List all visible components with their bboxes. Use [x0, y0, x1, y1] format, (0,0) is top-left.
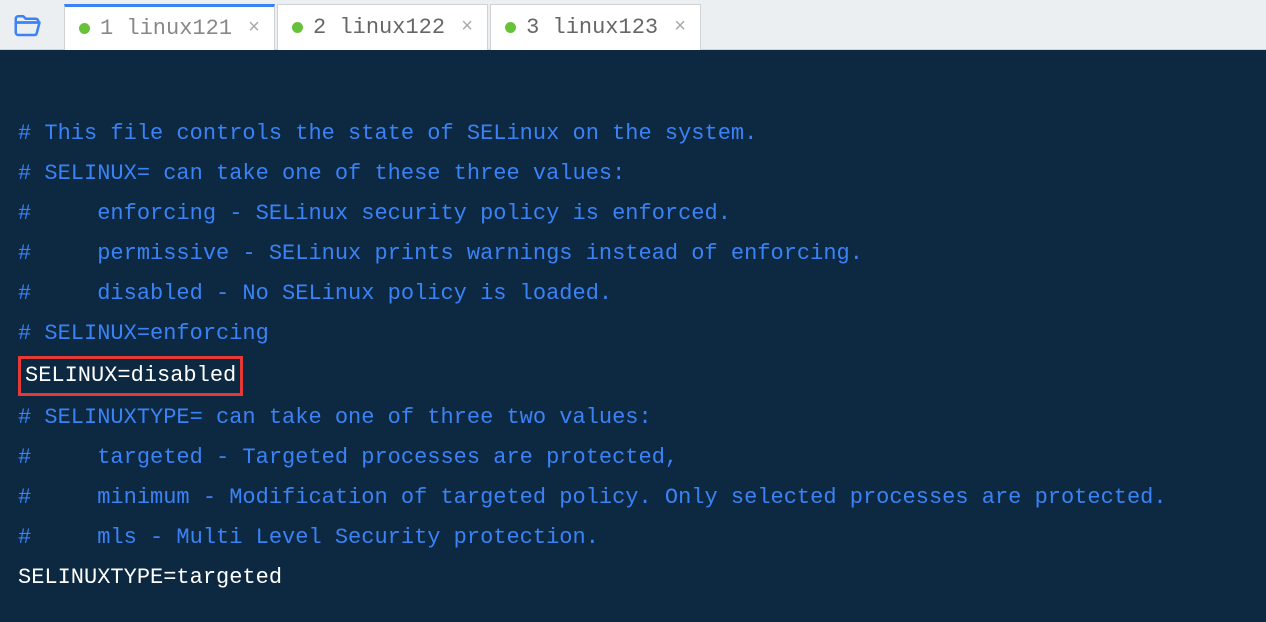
- tab-label: 1 linux121: [100, 16, 232, 41]
- tab-bar: 1 linux121 × 2 linux122 × 3 linux123 ×: [0, 0, 1266, 50]
- editor-line: # mls - Multi Level Security protection.: [18, 518, 1248, 558]
- tab-3[interactable]: 3 linux123 ×: [490, 4, 701, 50]
- tab-label: 2 linux122: [313, 15, 445, 40]
- close-icon[interactable]: ×: [674, 16, 686, 39]
- editor-line: # SELINUX= can take one of these three v…: [18, 154, 1248, 194]
- status-dot-icon: [292, 22, 303, 33]
- close-icon[interactable]: ×: [461, 16, 473, 39]
- folder-open-icon[interactable]: [12, 10, 42, 40]
- tab-2[interactable]: 2 linux122 ×: [277, 4, 488, 50]
- highlighted-config-line: SELINUX=disabled: [18, 356, 243, 396]
- editor-line: SELINUX=disabled: [18, 354, 1248, 398]
- close-icon[interactable]: ×: [248, 17, 260, 40]
- editor-line: # SELINUXTYPE= can take one of three two…: [18, 398, 1248, 438]
- status-dot-icon: [505, 22, 516, 33]
- editor-line: # This file controls the state of SELinu…: [18, 114, 1248, 154]
- tab-1[interactable]: 1 linux121 ×: [64, 4, 275, 50]
- editor-line: # permissive - SELinux prints warnings i…: [18, 234, 1248, 274]
- editor-line: # minimum - Modification of targeted pol…: [18, 478, 1248, 518]
- editor-content[interactable]: # This file controls the state of SELinu…: [0, 50, 1266, 622]
- editor-line-empty: [18, 74, 1248, 114]
- status-dot-icon: [79, 23, 90, 34]
- tab-label: 3 linux123: [526, 15, 658, 40]
- editor-line: # targeted - Targeted processes are prot…: [18, 438, 1248, 478]
- editor-line: # disabled - No SELinux policy is loaded…: [18, 274, 1248, 314]
- editor-line: # enforcing - SELinux security policy is…: [18, 194, 1248, 234]
- editor-line: SELINUXTYPE=targeted: [18, 558, 1248, 598]
- editor-line: # SELINUX=enforcing: [18, 314, 1248, 354]
